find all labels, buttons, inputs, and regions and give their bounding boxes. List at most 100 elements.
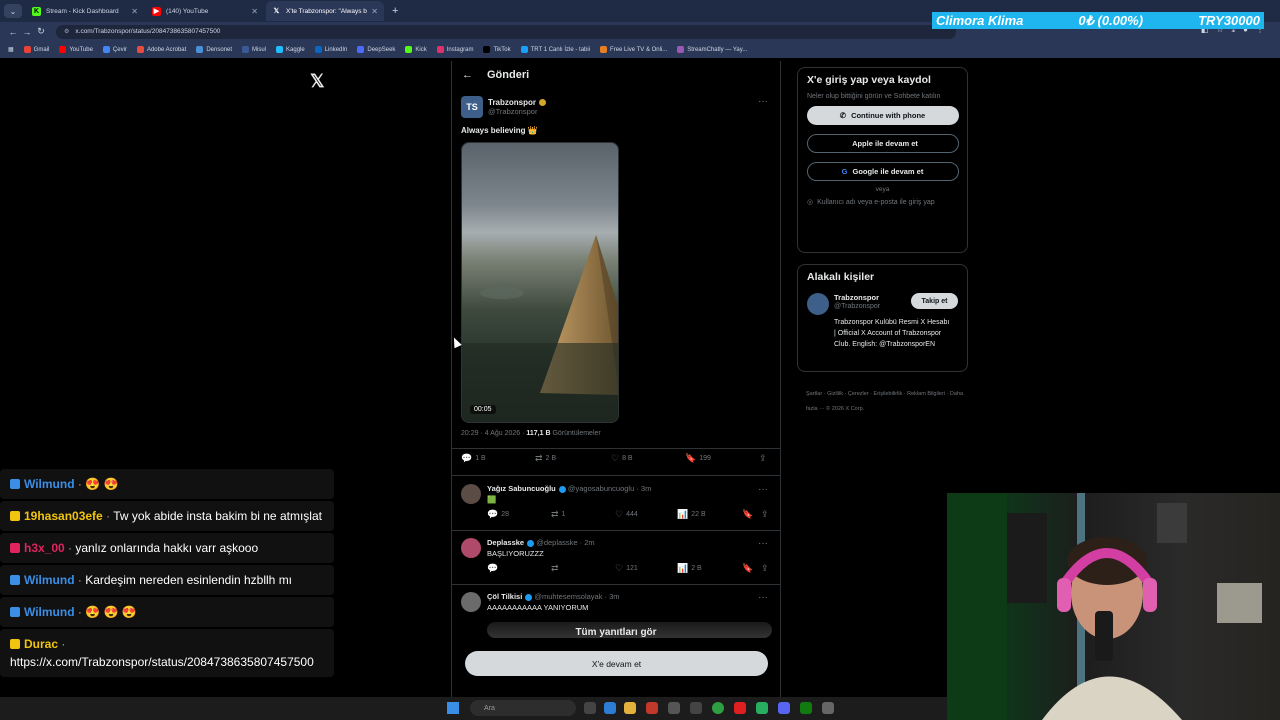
repost-button[interactable]: ⇄ (551, 563, 559, 574)
xbox-icon[interactable] (800, 702, 812, 714)
avatar[interactable] (461, 592, 481, 612)
chat-username[interactable]: 19hasan03efe (24, 509, 103, 523)
more-options-icon[interactable]: ··· (758, 96, 768, 107)
bookmark-button[interactable]: 🔖 (742, 563, 753, 574)
bookmark-label: Kick (415, 46, 427, 53)
post-column: ← Gönderi TS Trabzonspor @Trabzonspor ··… (451, 61, 781, 701)
reload-icon[interactable]: ↻ (34, 26, 48, 37)
close-tab-icon[interactable]: ✕ (371, 7, 378, 16)
views-button[interactable]: 📊 22 B (677, 509, 706, 520)
related-account[interactable]: Trabzonspor @Trabzonspor Trabzonspor Kul… (807, 293, 958, 363)
bookmark-item[interactable]: Adobe Acrobat (136, 46, 186, 53)
app-icon[interactable] (668, 702, 680, 714)
author-name: Trabzonspor (488, 98, 537, 107)
share-button[interactable]: ⇪ (759, 453, 767, 464)
related-title: Alakalı kişiler (807, 271, 875, 283)
follow-button[interactable]: Takip et (911, 293, 958, 309)
repost-button[interactable]: ⇄ 2 B (535, 453, 556, 464)
bookmark-label: Çevir (112, 46, 127, 53)
reply-button[interactable]: 💬 28 (487, 509, 509, 520)
file-explorer-icon[interactable] (624, 702, 636, 714)
avatar[interactable]: TS (461, 96, 483, 118)
app-icon[interactable] (756, 702, 768, 714)
reply-item[interactable]: Çöl Tilkisi @muhtesemsolayak · 3m AAAAAA… (452, 592, 780, 622)
close-tab-icon[interactable]: ✕ (131, 7, 138, 16)
back-icon[interactable]: ← (6, 27, 20, 37)
username-login-link[interactable]: ◎ Kullanıcı adı veya e-posta ile giriş ya… (807, 198, 958, 208)
apps-icon[interactable]: ▦ (8, 46, 14, 53)
chrome-icon[interactable] (712, 702, 724, 714)
bookmark-item[interactable]: TRT 1 Canlı İzle - tabii (520, 46, 590, 53)
youtube-icon[interactable] (734, 702, 746, 714)
new-tab-icon[interactable]: + (392, 5, 398, 17)
x-logo-icon[interactable]: 𝕏 (310, 71, 325, 92)
app-icon[interactable] (822, 702, 834, 714)
chat-username[interactable]: Wilmund (24, 573, 75, 587)
avatar[interactable] (461, 538, 481, 558)
bookmark-item[interactable]: Instagram (436, 46, 473, 53)
footer-links[interactable]: Şartlar · Gizlilik · Çerezler · Erişileb… (806, 387, 966, 417)
more-options-icon[interactable]: ··· (758, 484, 768, 495)
back-arrow-icon[interactable]: ← (462, 69, 473, 81)
chat-username[interactable]: h3x_00 (24, 541, 65, 555)
see-all-replies-link[interactable]: Tüm yanıtları gör (452, 627, 780, 638)
like-button[interactable]: ♡ 444 (615, 509, 638, 520)
edge-icon[interactable] (604, 702, 616, 714)
bookmark-button[interactable]: 🔖 (742, 509, 753, 520)
heart-icon: ♡ (611, 452, 620, 463)
bookmark-item[interactable]: DeepSeek (357, 46, 395, 53)
bookmark-item[interactable]: Densonet (196, 46, 232, 53)
bookmark-item[interactable]: Free Live TV & Onli... (600, 46, 667, 53)
chat-separator: · (74, 477, 86, 491)
google-signin-button[interactable]: G Google ile devam et (806, 162, 959, 181)
tab-youtube[interactable]: ▶ (140) YouTube ✕ (146, 1, 264, 21)
bookmark-item[interactable]: StreamChatly — Yay... (677, 46, 747, 53)
more-options-icon[interactable]: ··· (758, 592, 768, 603)
bookmark-item[interactable]: Gmail (23, 46, 49, 53)
share-button[interactable]: ⇪ (761, 563, 769, 574)
taskbar-search[interactable]: Ara (470, 700, 576, 716)
bookmark-item[interactable]: Misul (242, 46, 266, 53)
like-button[interactable]: ♡ 121 (615, 563, 638, 574)
reply-button[interactable]: 💬 1 B (461, 453, 486, 464)
reply-item[interactable]: Yağız Sabuncuoğlu @yagosabuncuoglu · 3m … (452, 484, 780, 534)
app-icon[interactable] (646, 702, 658, 714)
more-options-icon[interactable]: ··· (758, 538, 768, 549)
app-icon[interactable] (690, 702, 702, 714)
bookmark-item[interactable]: Çevir (102, 46, 127, 53)
share-button[interactable]: ⇪ (761, 509, 769, 520)
post-time[interactable]: 20:29 · 4 Ağu 2026 · (461, 430, 526, 437)
continue-on-x-button[interactable]: X'e devam et (465, 651, 768, 676)
post-author[interactable]: TS Trabzonspor @Trabzonspor (461, 96, 547, 118)
reply-button[interactable]: 💬 (487, 563, 498, 574)
apple-signin-button[interactable]: Apple ile devam et (806, 134, 959, 153)
windows-start-icon[interactable] (447, 702, 459, 714)
bookmark-item[interactable]: Kick (405, 46, 427, 53)
login-label: Kullanıcı adı veya e-posta ile giriş yap (817, 199, 935, 206)
discord-icon[interactable] (778, 702, 790, 714)
continue-with-phone-button[interactable]: ✆ Continue with phone (806, 106, 959, 125)
avatar[interactable] (807, 293, 829, 315)
chat-username[interactable]: Wilmund (24, 477, 75, 491)
bookmark-item[interactable]: YouTube (59, 46, 93, 53)
bookmark-item[interactable]: LinkedIn (314, 46, 347, 53)
chat-username[interactable]: Durac (24, 637, 58, 651)
tab-search-icon[interactable]: ⌄ (4, 4, 22, 18)
close-tab-icon[interactable]: ✕ (251, 7, 258, 16)
bookmark-item[interactable]: TikTok (483, 46, 511, 53)
post-video[interactable]: 00:05 (461, 142, 619, 423)
site-info-icon[interactable]: ⚙ (64, 28, 69, 35)
like-button[interactable]: ♡ 8 B (611, 453, 633, 464)
chat-username[interactable]: Wilmund (24, 605, 75, 619)
forward-icon[interactable]: → (20, 27, 34, 37)
task-view-icon[interactable] (584, 702, 596, 714)
views-button[interactable]: 📊 2 B (677, 563, 702, 574)
avatar[interactable] (461, 484, 481, 504)
repost-button[interactable]: ⇄ 1 (551, 509, 565, 520)
url-field[interactable]: ⚙ x.com/Trabzonspor/status/2084738635807… (56, 24, 956, 39)
tab-kick-dashboard[interactable]: K Stream - Kick Dashboard ✕ (26, 1, 144, 21)
tab-x-trabzonspor[interactable]: 𝕏 X'te Trabzonspor: "Always beli... ✕ (266, 1, 384, 21)
bookmark-button[interactable]: 🔖 199 (685, 453, 711, 464)
bookmark-item[interactable]: Kaggle (276, 46, 305, 53)
reply-item[interactable]: Deplasske @deplasske · 2m BAŞLIYORUZZZ ·… (452, 538, 780, 588)
